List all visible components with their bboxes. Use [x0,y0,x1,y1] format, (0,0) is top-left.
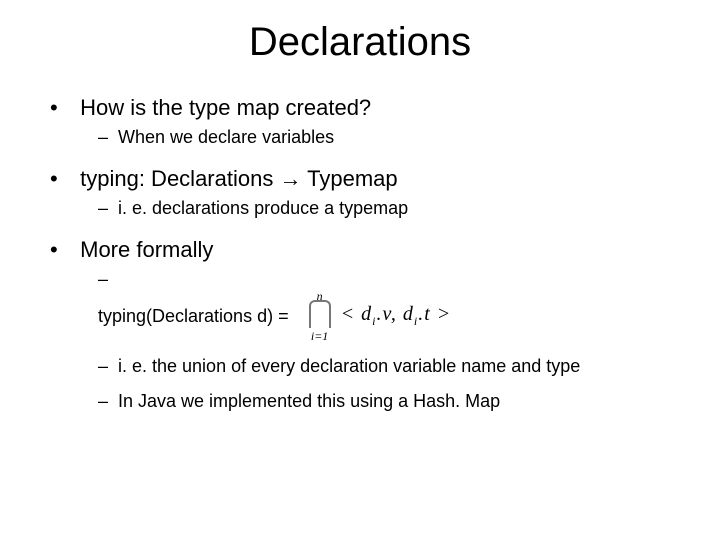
bullet-3-sub-3: In Java we implemented this using a Hash… [98,391,690,412]
formula-prefix: typing(Declarations d) = [98,306,289,327]
bullet-2: typing: Declarations → Typemap i. e. dec… [50,166,690,219]
bullet-1-text: How is the type map created? [80,95,371,120]
union-lower: i=1 [311,330,328,342]
bullet-3-sub-1: typing(Declarations d) = n i=1 < di.v, d… [98,269,690,342]
d1: d [361,303,372,325]
bullet-list: How is the type map created? When we dec… [30,95,690,412]
bullet-3-sub-2: i. e. the union of every declaration var… [98,356,690,377]
bullet-3-text: More formally [80,237,213,262]
union-icon [309,300,331,328]
dot-v: .v, [376,303,396,325]
bullet-1: How is the type map created? When we dec… [50,95,690,148]
formula: n i=1 < di.v, di.t > [303,290,452,342]
union-symbol: n i=1 [309,290,331,342]
slide-title: Declarations [30,20,690,65]
d2: d [403,303,414,325]
angle-close: > [437,303,452,325]
bullet-3: More formally typing(Declarations d) = n… [50,237,690,412]
tuple-expr: < di.v, di.t > [341,303,452,329]
dot-t: .t [418,303,431,325]
angle-open: < [341,303,356,325]
bullet-2-sub-1: i. e. declarations produce a typemap [98,198,690,219]
bullet-2-text: typing: Declarations → Typemap [80,166,398,191]
bullet-1-sub-1: When we declare variables [98,127,690,148]
